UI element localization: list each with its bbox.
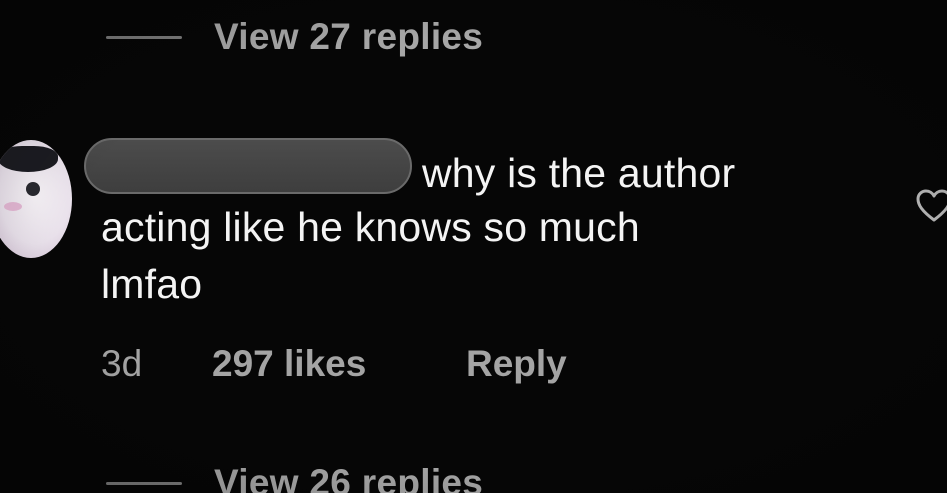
reply-button[interactable]: Reply — [466, 345, 567, 382]
heart-icon[interactable] — [914, 186, 947, 226]
replies-divider-dash — [106, 481, 182, 485]
view-replies-label: View 26 replies — [214, 462, 484, 493]
view-replies-toggle-bottom[interactable]: View 26 replies — [106, 462, 483, 493]
comment-timestamp: 3d — [101, 343, 143, 384]
view-replies-label: View 27 replies — [214, 16, 484, 57]
view-replies-toggle-top[interactable]: View 27 replies — [106, 16, 483, 58]
comment-thread: View 27 replies why is the author acting… — [0, 0, 947, 493]
avatar-eye — [26, 182, 40, 196]
comment-text-line: why is the author — [422, 150, 736, 196]
comment-text-line: acting like he knows so much — [101, 204, 640, 250]
avatar-blush — [4, 202, 22, 211]
redacted-username — [84, 138, 412, 194]
avatar[interactable] — [0, 140, 72, 258]
avatar-hood-shape — [0, 146, 58, 172]
comment-text-line: lmfao — [101, 261, 203, 307]
like-count[interactable]: 297 likes — [212, 345, 366, 382]
replies-divider-dash — [106, 35, 182, 39]
